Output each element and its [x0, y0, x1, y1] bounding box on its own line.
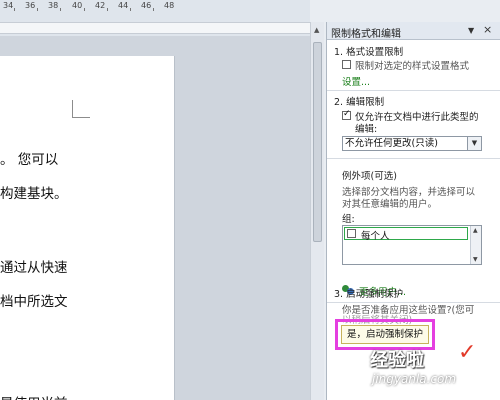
ruler-number: 38: [48, 1, 59, 10]
watermark-logo-text: 经验啦: [370, 350, 424, 371]
editing-type-select[interactable]: 不允许任何更改(只读) ▼: [342, 136, 482, 151]
document-text-line: 档中所选文: [0, 294, 68, 310]
pane-options-icon[interactable]: ▼: [468, 26, 474, 35]
ruler-number: 36: [25, 1, 36, 10]
pane-header: 限制格式和编辑 ▼ ×: [327, 22, 500, 40]
ruler-tick: [130, 8, 131, 11]
ruler-number: 42: [95, 1, 106, 10]
ruler-number: 40: [72, 1, 83, 10]
ruler-number: 48: [164, 1, 175, 10]
section-divider: [327, 158, 500, 159]
list-item[interactable]: 每个人: [344, 227, 468, 242]
document-text-line: 。 您可以: [0, 152, 59, 168]
everyone-label: 每个人: [361, 231, 390, 242]
watermark-url: jingyanla.com: [372, 372, 457, 386]
scroll-up-icon[interactable]: ▲: [314, 26, 319, 34]
groups-listbox[interactable]: 每个人 ▲ ▼: [342, 225, 482, 265]
listbox-scrollbar[interactable]: ▲ ▼: [470, 226, 481, 264]
editing-type-value: 不允许任何更改(只读): [345, 138, 438, 149]
document-text-line: 通过从快速: [0, 260, 68, 276]
document-area: 。 您可以 构建基块。 通过从快速 档中所选文 是使用当前: [0, 36, 310, 400]
ruler-tick: [107, 8, 108, 11]
text-boundary-mark: [72, 100, 90, 118]
scroll-up-icon[interactable]: ▲: [473, 227, 478, 234]
ruler-number: 46: [141, 1, 152, 10]
editing-restriction-checkbox[interactable]: [342, 109, 351, 120]
document-text-line: 构建基块。: [0, 186, 68, 202]
close-icon[interactable]: ×: [483, 23, 492, 36]
exceptions-description-cont: 对其任意编辑的用户。: [342, 199, 438, 210]
exceptions-heading: 例外项(可选): [342, 171, 397, 182]
document-page[interactable]: 。 您可以 构建基块。 通过从快速 档中所选文 是使用当前: [0, 56, 175, 400]
ruler-tick: [84, 8, 85, 11]
formatting-restriction-label: 限制对选定的样式设置格式: [355, 61, 470, 72]
section-formatting-heading: 1. 格式设置限制: [334, 47, 404, 58]
ruler-number: 44: [118, 1, 129, 10]
section-divider: [327, 90, 500, 91]
ruler-number: 34: [3, 1, 14, 10]
horizontal-ruler: 34 36 38 40 42 44 46 48: [0, 0, 310, 36]
everyone-checkbox[interactable]: [347, 229, 356, 238]
section-enforce-heading: 3. 启动强制保护: [334, 289, 404, 300]
ruler-tick: [153, 8, 154, 11]
ruler-tick: [60, 8, 61, 11]
ruler-strip[interactable]: [0, 22, 310, 34]
pane-title: 限制格式和编辑: [331, 29, 401, 40]
groups-label: 组:: [342, 214, 355, 225]
ruler-tick: [14, 8, 15, 11]
scrollbar-thumb[interactable]: [313, 42, 322, 242]
vertical-scrollbar[interactable]: ▲: [310, 22, 324, 400]
section-editing-heading: 2. 编辑限制: [334, 97, 385, 108]
editing-restriction-label-cont: 编辑:: [355, 124, 378, 135]
chevron-down-icon[interactable]: ▼: [467, 137, 481, 150]
scroll-down-icon[interactable]: ▼: [473, 256, 478, 263]
watermark-check-icon: ✓: [458, 340, 477, 365]
ruler-tick: [37, 8, 38, 11]
formatting-settings-link[interactable]: 设置...: [342, 74, 370, 88]
document-text-line: 是使用当前: [0, 392, 68, 400]
formatting-restriction-checkbox[interactable]: [342, 60, 351, 69]
